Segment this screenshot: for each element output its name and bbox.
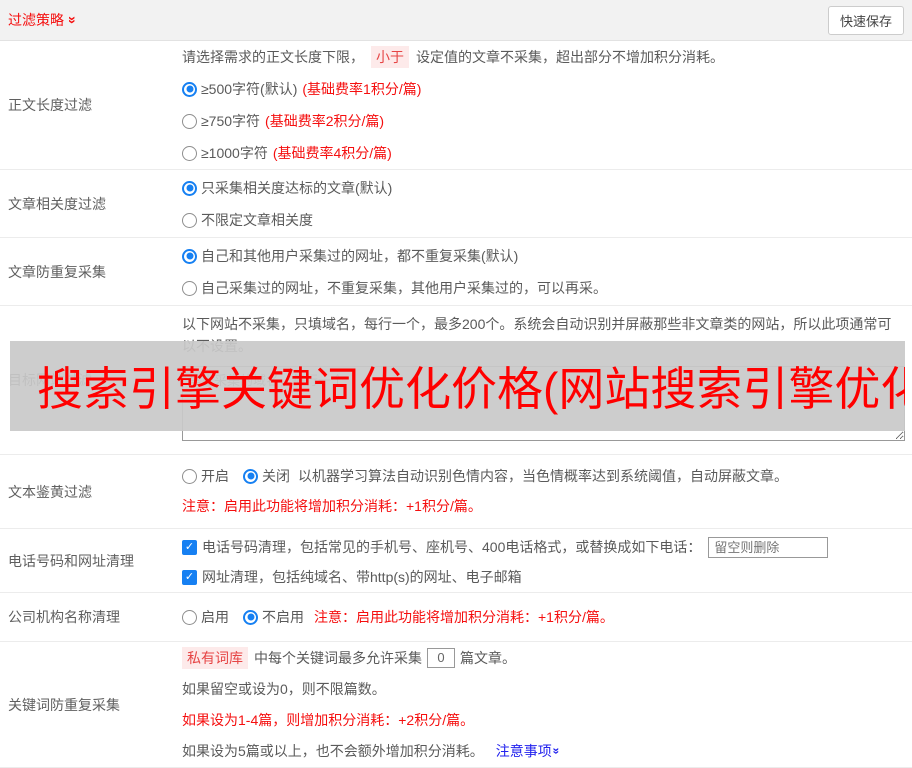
- intro-text-post: 设定值的文章不采集，超出部分不增加积分消耗。: [416, 49, 724, 65]
- length-filter-intro: 请选择需求的正文长度下限， 小于 设定值的文章不采集，超出部分不增加积分消耗。: [182, 41, 905, 73]
- option-label: 自己和其他用户采集过的网址，都不重复采集(默认): [201, 248, 519, 264]
- radio-icon[interactable]: [243, 468, 258, 484]
- section-title-toggle[interactable]: 过滤策略 »: [8, 10, 81, 30]
- filter-strategy-header: 过滤策略 » 快速保存: [0, 0, 912, 41]
- row-label: 文章防重复采集: [8, 263, 106, 280]
- checkbox-checked-icon[interactable]: ✓: [182, 539, 197, 555]
- length-option-1000[interactable]: ≥1000字符 (基础费率4积分/篇): [182, 137, 905, 169]
- option-label: ≥500字符(默认): [201, 81, 298, 97]
- option-fee-note: (基础费率1积分/篇): [302, 81, 422, 97]
- option-label: 不限定文章相关度: [201, 212, 313, 228]
- description-line-1: 以下网站不采集，只填域名，每行一个，最多200个。系统会自动识别并屏蔽那些非文章…: [182, 316, 892, 332]
- radio-icon[interactable]: [182, 212, 197, 228]
- keyword-limit-suffix: 篇文章。: [460, 649, 516, 666]
- row-company-name-clean: 公司机构名称清理 启用 不启用 注意：启用此功能将增加积分消耗：+1积分/篇。: [0, 593, 912, 642]
- row-article-dedup: 文章防重复采集 自己和其他用户采集过的网址，都不重复采集(默认) 自己采集过的网…: [0, 238, 912, 306]
- porn-option-off[interactable]: 关闭: [262, 466, 290, 486]
- row-label: 正文长度过滤: [8, 97, 92, 113]
- row-label: 文章相关度过滤: [8, 195, 106, 212]
- row-keyword-dedup: 关键词防重复采集 私有词库 中每个关键词最多允许采集 篇文章。 如果留空或设为0…: [0, 642, 912, 768]
- porn-filter-warning: 注意：启用此功能将增加积分消耗：+1积分/篇。: [182, 498, 482, 514]
- option-fee-note: (基础费率2积分/篇): [265, 113, 385, 129]
- relevance-option-strict[interactable]: 只采集相关度达标的文章(默认): [182, 172, 905, 204]
- notes-link-label: 注意事项: [495, 742, 552, 759]
- row-label: 电话号码和网址清理: [8, 552, 134, 569]
- double-down-chevron-icon: »: [64, 16, 81, 24]
- option-label: 自己采集过的网址，不重复采集，其他用户采集过的，可以再采。: [201, 280, 607, 296]
- row-relevance-filter: 文章相关度过滤 只采集相关度达标的文章(默认) 不限定文章相关度: [0, 170, 912, 238]
- less-than-highlight: 小于: [371, 46, 409, 68]
- dedup-option-self-only[interactable]: 自己采集过的网址，不重复采集，其他用户采集过的，可以再采。: [182, 272, 905, 304]
- row-content-length-filter: 正文长度过滤 请选择需求的正文长度下限， 小于 设定值的文章不采集，超出部分不增…: [0, 41, 912, 170]
- keyword-note-five-plus: 如果设为5篇或以上，也不会额外增加积分消耗。: [182, 742, 484, 759]
- row-label: 文本鉴黄过滤: [8, 483, 92, 500]
- option-fee-note: (基础费率4积分/篇): [272, 145, 392, 161]
- keyword-limit-input[interactable]: [427, 647, 455, 668]
- row-label: 公司机构名称清理: [8, 609, 120, 625]
- relevance-option-any[interactable]: 不限定文章相关度: [182, 204, 905, 236]
- url-clean-label: 网址清理，包括纯域名、带http(s)的网址、电子邮箱: [202, 569, 522, 585]
- keyword-note-extra-cost: 如果设为1-4篇，则增加积分消耗：+2积分/篇。: [182, 711, 475, 728]
- length-option-500[interactable]: ≥500字符(默认) (基础费率1积分/篇): [182, 73, 905, 105]
- quick-save-button[interactable]: 快速保存: [827, 5, 904, 35]
- radio-icon[interactable]: [182, 145, 197, 161]
- row-phone-url-clean: 电话号码和网址清理 ✓ 电话号码清理，包括常见的手机号、座机号、400电话格式，…: [0, 529, 912, 593]
- overlay-ad-text: 搜索引擎关键词优化价格(网站搜索引擎优化: [37, 363, 905, 415]
- length-option-750[interactable]: ≥750字符 (基础费率2积分/篇): [182, 105, 905, 137]
- phone-clean-label: 电话号码清理，包括常见的手机号、座机号、400电话格式，或替换成如下电话：: [202, 539, 702, 555]
- dedup-option-all-users[interactable]: 自己和其他用户采集过的网址，都不重复采集(默认): [182, 240, 905, 272]
- radio-icon[interactable]: [182, 113, 197, 129]
- private-thesaurus-tag: 私有词库: [182, 646, 248, 669]
- company-clean-warning: 注意：启用此功能将增加积分消耗：+1积分/篇。: [314, 609, 614, 625]
- row-label: 关键词防重复采集: [8, 696, 120, 713]
- option-label: ≥750字符: [201, 113, 261, 129]
- page-title: 过滤策略: [8, 12, 64, 28]
- option-label: ≥1000字符: [201, 145, 268, 161]
- radio-icon[interactable]: [182, 280, 197, 296]
- company-option-enable[interactable]: 启用: [201, 607, 229, 627]
- radio-icon[interactable]: [182, 248, 197, 264]
- keyword-limit-text: 中每个关键词最多允许采集: [254, 649, 422, 666]
- double-down-chevron-icon: »: [549, 747, 564, 754]
- row-porn-filter: 文本鉴黄过滤 开启 关闭 以机器学习算法自动识别色情内容，当色情概率达到系统阈值…: [0, 455, 912, 529]
- porn-filter-description: 以机器学习算法自动识别色情内容，当色情概率达到系统阈值，自动屏蔽文章。: [298, 468, 788, 484]
- radio-icon[interactable]: [182, 609, 197, 625]
- replacement-phone-input[interactable]: [708, 536, 829, 558]
- option-label: 只采集相关度达标的文章(默认): [201, 180, 393, 196]
- radio-icon[interactable]: [243, 609, 258, 625]
- keyword-note-unlimited: 如果留空或设为0，则不限篇数。: [182, 680, 386, 697]
- radio-icon[interactable]: [182, 81, 197, 97]
- intro-text-pre: 请选择需求的正文长度下限，: [182, 49, 364, 65]
- radio-icon[interactable]: [182, 180, 197, 196]
- checkbox-checked-icon[interactable]: ✓: [182, 569, 197, 585]
- company-option-disable[interactable]: 不启用: [262, 607, 304, 627]
- porn-option-on[interactable]: 开启: [201, 466, 229, 486]
- radio-icon[interactable]: [182, 468, 197, 484]
- notes-link[interactable]: 注意事项 »: [495, 741, 564, 761]
- overlay-ad-banner: 搜索引擎关键词优化价格(网站搜索引擎优化: [10, 341, 905, 431]
